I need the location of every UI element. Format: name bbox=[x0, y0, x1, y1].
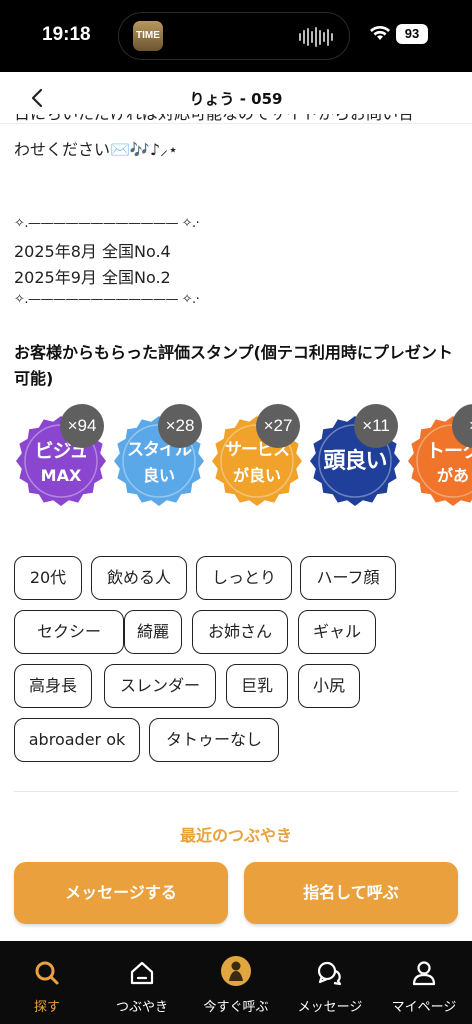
tab-label: メッセージ bbox=[297, 1000, 363, 1015]
separator-line: ✧.———————————— ✧.· bbox=[14, 216, 200, 231]
dynamic-island: TIME bbox=[118, 12, 350, 60]
message-button[interactable]: メッセージする bbox=[14, 862, 228, 924]
wifi-icon bbox=[370, 26, 390, 40]
tab-tweets[interactable]: つぶやき bbox=[95, 941, 189, 1024]
user-icon bbox=[412, 961, 436, 986]
tab-search[interactable]: 探す bbox=[0, 941, 94, 1024]
profile-tag: お姉さん bbox=[192, 610, 288, 654]
separator-line: ✧.———————————— ✧.· bbox=[14, 292, 200, 307]
tab-mypage[interactable]: マイページ bbox=[377, 941, 471, 1024]
profile-tag: ハーフ顔 bbox=[300, 556, 396, 600]
profile-tag: 高身長 bbox=[14, 664, 92, 708]
tab-label: 今すぐ呼ぶ bbox=[203, 1000, 269, 1015]
stamp-label: 良い bbox=[142, 466, 175, 485]
profile-tag: ギャル bbox=[298, 610, 376, 654]
profile-tag: しっとり bbox=[196, 556, 292, 600]
tab-call-now[interactable]: 今すぐ呼ぶ bbox=[189, 941, 283, 1024]
page-title: りょう - 059 bbox=[189, 90, 283, 108]
stamp-label: MAX bbox=[40, 466, 82, 485]
tab-label: マイページ bbox=[391, 1000, 457, 1015]
stamp-count-badge: ×94 bbox=[60, 404, 104, 448]
chat-icon bbox=[317, 961, 342, 986]
stamps-section-title: お客様からもらった評価スタンプ(個テコ利用時にプレゼント可能) bbox=[14, 343, 453, 388]
tab-label: 探す bbox=[33, 1000, 60, 1015]
profile-tag: abroader ok bbox=[14, 718, 140, 762]
profile-tag: 20代 bbox=[14, 556, 82, 600]
bio-cut-line: 日にちいただければ対応可能なのでサイトからお問い合 bbox=[14, 114, 464, 126]
tab-message[interactable]: メッセージ bbox=[283, 941, 377, 1024]
waveform-icon bbox=[299, 27, 333, 47]
stamp-count-badge: ×28 bbox=[158, 404, 202, 448]
recent-posts-link[interactable]: 最近のつぶやき bbox=[0, 822, 472, 846]
battery-indicator: 93 bbox=[396, 24, 428, 44]
profile-tag: 小尻 bbox=[298, 664, 360, 708]
search-icon bbox=[35, 961, 59, 985]
stamp-label: 頭良い bbox=[323, 449, 387, 474]
stamp-count-badge: ×11 bbox=[354, 404, 398, 448]
stamp-count-badge: ×27 bbox=[256, 404, 300, 448]
rank-line: 2025年8月 全国No.4 bbox=[14, 242, 171, 261]
rank-line: 2025年9月 全国No.2 bbox=[14, 268, 171, 287]
profile-tag: スレンダー bbox=[104, 664, 216, 708]
profile-tag: タトゥーなし bbox=[149, 718, 279, 762]
tab-label: つぶやき bbox=[115, 1000, 168, 1015]
divider bbox=[14, 791, 458, 792]
stamp-list[interactable]: ビジュMAX×94スタイル良い×28サービスが良い×27頭良い×11トークがあ× bbox=[0, 404, 472, 510]
app-badge-icon: TIME bbox=[133, 21, 163, 51]
stamp-label: ビジュ bbox=[34, 440, 89, 462]
profile-tag: セクシー bbox=[14, 610, 124, 654]
stamp-label: があ bbox=[436, 466, 469, 485]
stamp-label: が良い bbox=[232, 466, 281, 485]
profile-tag: 飲める人 bbox=[91, 556, 187, 600]
status-time: 19:18 bbox=[42, 24, 91, 45]
stamp-label: スタイル bbox=[127, 440, 192, 460]
nominate-button[interactable]: 指名して呼ぶ bbox=[244, 862, 458, 924]
home-icon bbox=[130, 961, 154, 985]
bio-text: わせください✉️🎶♪⸝⋆ bbox=[14, 140, 179, 159]
profile-tag: 巨乳 bbox=[226, 664, 288, 708]
status-bar: 19:18 TIME 93 bbox=[0, 0, 472, 72]
tab-bar: 探す つぶやき 今すぐ呼ぶ メッセージ マイページ bbox=[0, 941, 472, 1024]
stamp-label: サービス bbox=[225, 440, 290, 460]
profile-tag: 綺麗 bbox=[124, 610, 182, 654]
call-now-icon bbox=[221, 956, 251, 986]
